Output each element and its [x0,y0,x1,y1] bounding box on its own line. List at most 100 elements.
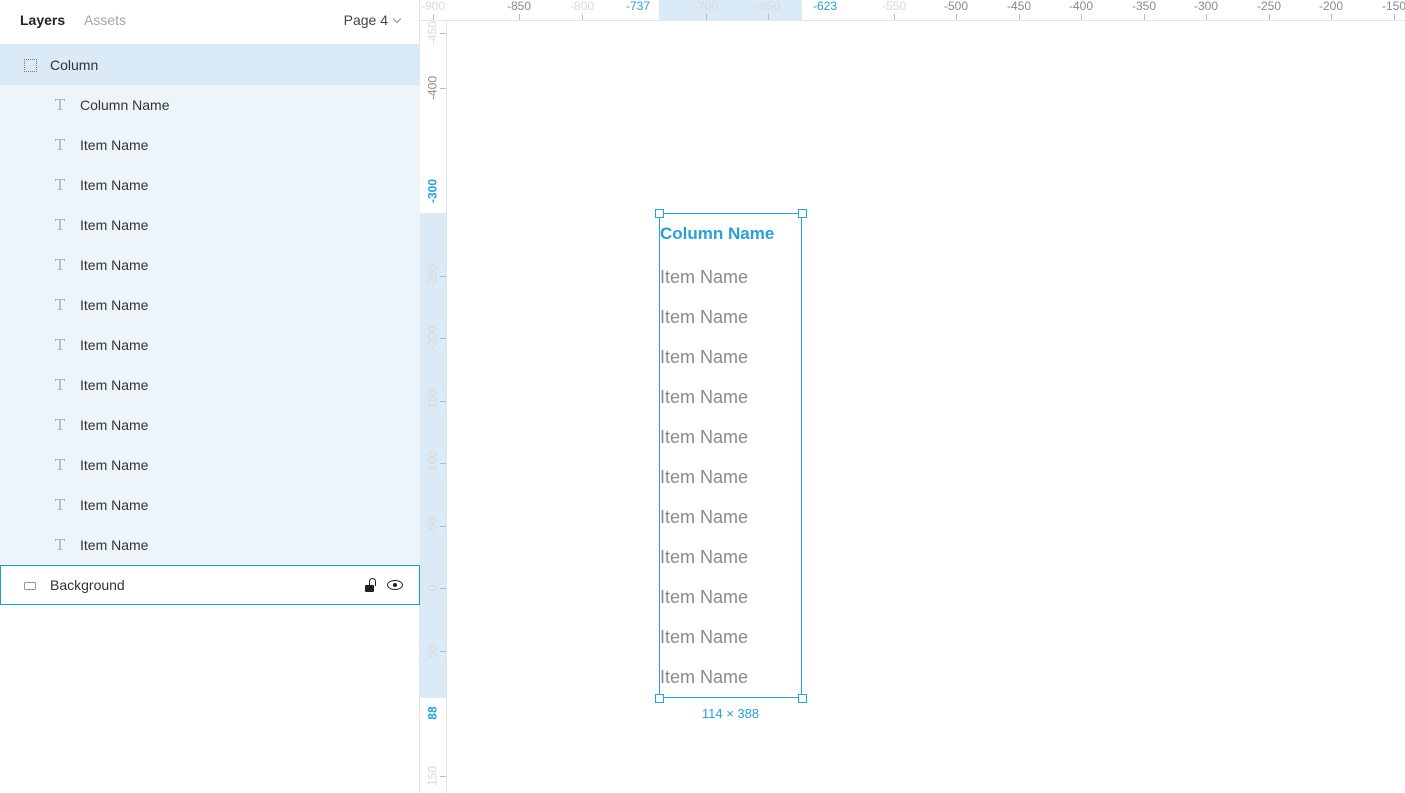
layer-background[interactable]: Background [0,565,420,605]
layer-text-item[interactable]: T Item Name [0,125,420,165]
column-item-text[interactable]: Item Name [660,587,748,608]
page-selector[interactable]: Page 4 [343,12,402,29]
text-icon: T [54,376,65,394]
horizontal-ruler: -900 -850 -800 -737 -700 -650 -623 -550 -500 -450… [420,0,1405,21]
column-title[interactable]: Column Name [660,224,774,244]
layer-label: Item Name [80,417,149,433]
resize-handle-top-left[interactable] [655,209,664,218]
text-icon: T [54,496,65,514]
ruler-tick-label: -250 [1256,0,1282,13]
layer-text-item[interactable]: T Item Name [0,365,420,405]
text-icon: T [54,216,65,234]
ruler-tick-label: -500 [943,0,969,13]
ruler-tick [894,14,895,20]
ruler-tick-label: -150 [425,388,440,413]
resize-handle-bottom-left[interactable] [655,694,664,703]
chevron-down-icon [392,14,402,23]
column-item-text[interactable]: Item Name [660,427,748,448]
ruler-tick [440,276,446,277]
page-selector-label: Page 4 [343,12,388,28]
text-icon: T [54,536,65,554]
layer-label: Item Name [80,337,149,353]
layer-text-item[interactable]: T Column Name [0,85,420,125]
ruler-tick [433,14,434,20]
layer-text-item[interactable]: T Item Name [0,405,420,445]
ruler-tick-label: -800 [569,0,595,13]
layer-text-item[interactable]: T Item Name [0,205,420,245]
text-icon: T [54,456,65,474]
column-item-text[interactable]: Item Name [660,627,748,648]
ruler-tick [440,526,446,527]
column-item-text[interactable]: Item Name [660,467,748,488]
column-item-text[interactable]: Item Name [660,307,748,328]
ruler-tick-label: -400 [1068,0,1094,13]
ruler-tick-label: -737 [625,0,651,13]
ruler-selection-highlight [659,0,802,20]
canvas[interactable] [447,21,1405,793]
ruler-tick-label: 150 [425,765,440,787]
unlock-icon[interactable] [365,578,377,592]
column-item-text[interactable]: Item Name [660,347,748,368]
ruler-tick-label: -100 [425,450,440,475]
text-icon: T [54,96,65,114]
column-item-text[interactable]: Item Name [660,547,748,568]
ruler-tick [440,88,446,89]
ruler-tick [440,463,446,464]
layer-text-item[interactable]: T Item Name [0,325,420,365]
text-icon: T [54,136,65,154]
layer-text-item[interactable]: T Item Name [0,485,420,525]
ruler-tick-label: -300 [425,178,440,203]
text-icon: T [54,176,65,194]
column-item-text[interactable]: Item Name [660,667,748,688]
size-label: 114 × 388 [701,706,760,721]
ruler-tick-label: -150 [1381,0,1405,13]
layer-label: Item Name [80,177,149,193]
ruler-tick [440,401,446,402]
ruler-tick-label: -200 [1318,0,1344,13]
tab-layers[interactable]: Layers [20,12,65,29]
layer-label: Background [50,577,125,593]
ruler-tick-label: -650 [755,0,781,13]
tab-assets[interactable]: Assets [84,12,126,29]
ruler-tick-label: -550 [881,0,907,13]
layer-label: Item Name [80,457,149,473]
column-item-text[interactable]: Item Name [660,267,748,288]
layer-text-item[interactable]: T Item Name [0,245,420,285]
ruler-tick [1081,14,1082,20]
layer-text-item[interactable]: T Item Name [0,525,420,565]
ruler-tick [706,14,707,20]
ruler-tick-label: -700 [693,0,719,13]
resize-handle-bottom-right[interactable] [798,694,807,703]
layer-label: Item Name [80,137,149,153]
ruler-tick [440,33,446,34]
ruler-tick [519,14,520,20]
layer-column-frame[interactable]: Column [0,45,420,85]
ruler-tick-label: -450 [425,21,440,45]
layer-label: Item Name [80,497,149,513]
layer-label: Column [50,57,99,73]
resize-handle-top-right[interactable] [798,209,807,218]
layer-label: Item Name [80,537,149,553]
ruler-tick-label: -50 [425,517,440,535]
layer-text-item[interactable]: T Item Name [0,445,420,485]
eye-icon[interactable] [387,580,403,590]
column-item-text[interactable]: Item Name [660,507,748,528]
panel-header: Layers Assets Page 4 [0,0,420,45]
ruler-tick-label: -450 [1006,0,1032,13]
ruler-tick [582,14,583,20]
selected-column-frame[interactable]: Column Name Item Name Item Name Item Name I… [659,213,802,698]
column-item-text[interactable]: Item Name [660,387,748,408]
layer-text-item[interactable]: T Item Name [0,165,420,205]
text-icon: T [54,296,65,314]
ruler-tick-label: -250 [425,263,440,288]
ruler-tick-label: 88 [425,706,440,720]
layer-label: Item Name [80,217,149,233]
ruler-tick-label: -850 [506,0,532,13]
ruler-tick-label: -300 [1193,0,1219,13]
ruler-tick [956,14,957,20]
layer-text-item[interactable]: T Item Name [0,285,420,325]
ruler-tick-label: 50 [425,644,440,658]
frame-icon [20,45,40,85]
rectangle-icon [20,566,40,606]
layer-label: Item Name [80,257,149,273]
